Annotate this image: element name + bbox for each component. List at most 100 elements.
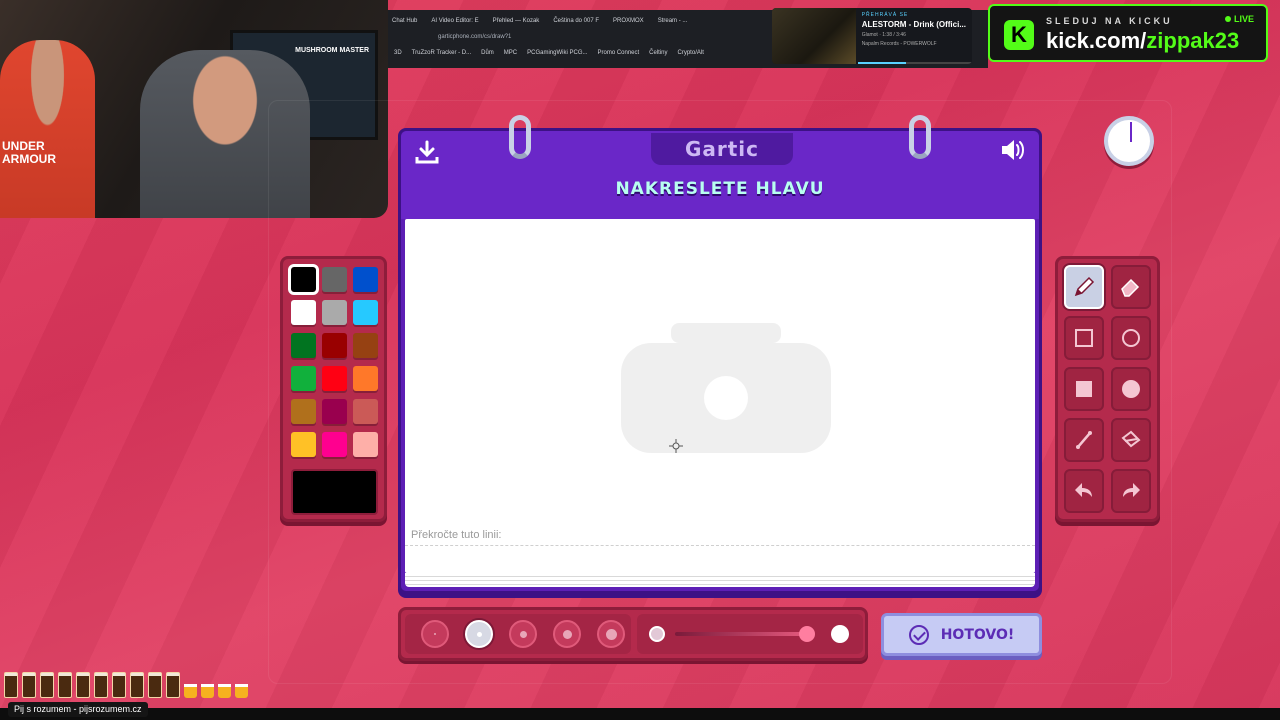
bookmark[interactable]: Promo Connect (597, 50, 639, 60)
color-swatch[interactable] (353, 300, 378, 325)
tool-panel (1055, 256, 1160, 522)
brush-size-button[interactable] (421, 620, 449, 648)
tool-line-button[interactable] (1064, 418, 1104, 462)
beer-shot-icon (235, 684, 248, 698)
color-swatch[interactable] (291, 333, 316, 358)
color-swatch[interactable] (322, 333, 347, 358)
kick-subtitle: SLEDUJ NA KICKU (1046, 16, 1173, 26)
color-swatch[interactable] (291, 300, 316, 325)
drawing-canvas[interactable]: Překročte tuto linii: (405, 219, 1035, 573)
tool-ellipse-outline-button[interactable] (1111, 316, 1151, 360)
color-swatch[interactable] (291, 432, 316, 457)
tool-ellipse-filled-button[interactable] (1111, 367, 1151, 411)
binder-ring (909, 115, 931, 159)
beer-full-icon (58, 672, 72, 698)
browser-tab[interactable]: Chat Hub (392, 18, 417, 32)
browser-tab[interactable]: Přehled — Kozak (493, 18, 540, 32)
bookmark[interactable]: 3D (394, 50, 402, 60)
color-swatch[interactable] (291, 399, 316, 424)
browser-tab[interactable]: AI Video Editor: E (431, 18, 478, 32)
pencil-icon (1074, 276, 1095, 297)
square-filled-icon (1076, 381, 1092, 397)
footer-strip (0, 708, 1280, 720)
crosshair-cursor-icon (669, 439, 683, 453)
bookmark[interactable]: TruZzoR Tracker - D... (412, 50, 471, 60)
beer-shot-icon (201, 684, 214, 698)
color-swatch[interactable] (322, 432, 347, 457)
beer-full-icon (166, 672, 180, 698)
done-button[interactable]: HOTOVO! (881, 613, 1042, 656)
kick-logo: K (1004, 20, 1034, 50)
bookmark[interactable]: Crypto/Alt (678, 50, 704, 60)
bookmark[interactable]: MPC (504, 50, 517, 60)
color-palette (280, 256, 387, 522)
drawing-prompt: NAKRESLETE HLAVU (615, 179, 825, 199)
video-thumbnail (772, 8, 856, 64)
bookmark[interactable]: Dům (481, 50, 494, 60)
now-playing-time: 1:38 / 3:46 (882, 32, 906, 38)
tool-eraser-button[interactable] (1111, 265, 1151, 309)
now-playing-poster: Glamot (861, 32, 878, 38)
tool-undo-button[interactable] (1064, 469, 1104, 513)
beer-full-icon (112, 672, 126, 698)
download-icon[interactable] (413, 139, 441, 165)
undo-icon (1075, 483, 1092, 497)
color-swatch[interactable] (353, 267, 378, 292)
square-outline-icon (1075, 329, 1093, 347)
line-icon (1076, 431, 1092, 449)
beer-full-icon (22, 672, 36, 698)
beer-full-icon (94, 672, 108, 698)
color-swatch[interactable] (322, 399, 347, 424)
streamer-left: UNDER ARMOUR (0, 40, 95, 218)
beer-shot-icon (218, 684, 231, 698)
browser-tab[interactable]: Čeština do 007 F (553, 18, 599, 32)
binder-ring (509, 115, 531, 159)
color-swatch[interactable] (322, 366, 347, 391)
brush-size-button[interactable] (553, 620, 581, 648)
gartic-logo: Gartic (651, 133, 793, 165)
brush-size-button[interactable] (509, 620, 537, 648)
color-swatch[interactable] (288, 264, 319, 295)
bookmark[interactable]: PCGamingWiki PCG... (527, 50, 587, 60)
speaker-icon[interactable] (999, 137, 1027, 163)
browser-tab[interactable]: Stream - ... (658, 18, 688, 32)
color-swatch[interactable] (353, 399, 378, 424)
boundary-line (405, 545, 1035, 546)
browser-tab[interactable]: PROXMOX (613, 18, 644, 32)
color-swatch[interactable] (353, 333, 378, 358)
color-swatch[interactable] (353, 432, 378, 457)
beer-full-icon (4, 672, 18, 698)
timer-icon (1104, 116, 1154, 166)
tool-rectangle-outline-button[interactable] (1064, 316, 1104, 360)
color-swatch[interactable] (322, 300, 347, 325)
tool-pencil-button[interactable] (1064, 265, 1104, 309)
drawing-notebook: Gartic NAKRESLETE HLAVU Překročte tuto l… (398, 115, 1042, 594)
now-playing-label: PŘEHRÁVÁ SE (861, 12, 909, 18)
tool-fill-button[interactable] (1111, 418, 1151, 462)
brush-size-button[interactable] (465, 620, 493, 648)
sponsor-banner: Pij s rozumem - pijsrozumem.cz (8, 702, 148, 717)
monitor-title: MUSHROOM MASTER (295, 47, 369, 54)
gartic-phone-watermark-icon (621, 323, 831, 453)
shirt-text: UNDER ARMOUR (2, 139, 56, 166)
paper-stack (405, 573, 1035, 587)
tool-redo-button[interactable] (1111, 469, 1151, 513)
now-playing-source: Napalm Records - POWERWOLF (861, 41, 937, 47)
beer-shot-icon (184, 684, 197, 698)
live-badge: LIVE (1225, 14, 1254, 24)
current-color-preview (291, 469, 378, 515)
brush-size-button[interactable] (597, 620, 625, 648)
bookmark[interactable]: Čeltiny (649, 50, 667, 60)
opacity-slider-track[interactable] (675, 632, 807, 636)
color-swatch[interactable] (291, 366, 316, 391)
opacity-min-icon (649, 626, 665, 642)
now-playing-widget: PŘEHRÁVÁ SE ALESTORM - Drink (Offici... … (772, 8, 972, 64)
color-swatch[interactable] (322, 267, 347, 292)
color-swatch[interactable] (353, 366, 378, 391)
beer-full-icon (40, 672, 54, 698)
tool-rectangle-filled-button[interactable] (1064, 367, 1104, 411)
opacity-slider-group (637, 614, 863, 654)
beer-full-icon (148, 672, 162, 698)
circle-filled-icon (1122, 380, 1140, 398)
opacity-slider-thumb[interactable] (799, 626, 815, 642)
